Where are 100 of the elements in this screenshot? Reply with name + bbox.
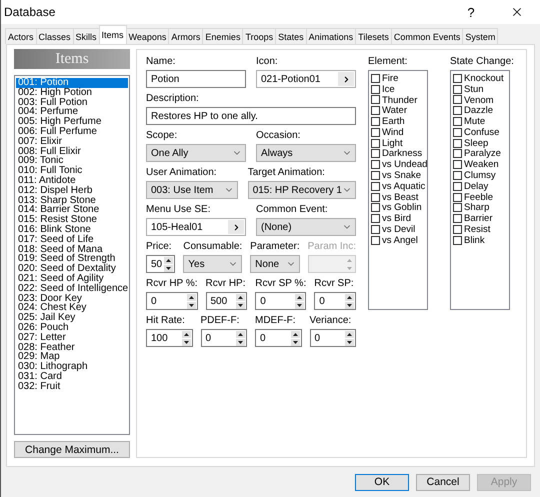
checkbox[interactable] xyxy=(453,95,462,104)
checkbox[interactable] xyxy=(371,203,380,212)
spin-up-icon[interactable] xyxy=(290,330,300,338)
list-item[interactable]: 016: Blink Stone xyxy=(16,224,128,235)
checkbox[interactable] xyxy=(371,182,380,191)
spin-up-icon[interactable] xyxy=(164,256,174,264)
list-item[interactable]: 020: Seed of Dextality xyxy=(16,264,128,274)
tab[interactable]: Troops xyxy=(242,28,276,44)
list-item[interactable]: 018: Seed of Mana xyxy=(16,244,128,254)
checkbox[interactable] xyxy=(371,95,380,104)
list-item[interactable]: 022: Seed of Intelligence xyxy=(16,284,128,294)
checkbox[interactable] xyxy=(453,117,462,126)
spin-down-icon[interactable] xyxy=(182,338,190,346)
tab[interactable]: System xyxy=(462,28,498,44)
number-field[interactable]: 0 xyxy=(255,292,306,310)
text-field[interactable]: Restores HP to one ally. xyxy=(146,107,356,125)
spin-down-icon[interactable] xyxy=(295,302,304,308)
checkbox[interactable] xyxy=(371,171,380,180)
picker-field[interactable]: 021-Potion01 xyxy=(256,70,356,88)
dropdown[interactable]: One Ally xyxy=(146,144,246,162)
spin-down-icon[interactable] xyxy=(345,302,354,308)
list-item[interactable]: 008: Full Elixir xyxy=(16,146,128,156)
number-field[interactable]: 0 xyxy=(310,329,356,347)
list-item[interactable]: 013: Sharp Stone xyxy=(16,196,128,206)
list-item[interactable]: 021: Seed of Agility xyxy=(16,274,128,284)
number-field[interactable]: 100 xyxy=(146,329,192,347)
list-item[interactable]: 025: Jail Key xyxy=(16,313,128,323)
list-item[interactable]: 012: Dispel Herb xyxy=(16,186,128,196)
checkbox[interactable] xyxy=(371,149,380,158)
checkbox[interactable] xyxy=(453,236,462,245)
checkbox[interactable] xyxy=(453,192,462,202)
list-item[interactable]: 015: Resist Stone xyxy=(16,215,128,225)
list-item[interactable]: 007: Elixir xyxy=(16,136,128,147)
number-field[interactable]: 500 xyxy=(206,292,248,310)
change-maximum-button[interactable]: Change Maximum... xyxy=(14,441,130,458)
tab[interactable]: Weapons xyxy=(126,28,170,44)
list-item[interactable]: 006: Full Perfume xyxy=(16,126,128,137)
number-field[interactable]: 50 xyxy=(146,255,176,273)
spin-up-icon[interactable] xyxy=(236,294,246,300)
checkbox[interactable] xyxy=(371,128,380,137)
dropdown[interactable]: 015: HP Recovery 1 xyxy=(248,181,356,199)
checkbox[interactable] xyxy=(453,160,462,170)
number-field[interactable]: 0 xyxy=(314,292,356,310)
list-item[interactable]: 030: Lithograph xyxy=(16,362,128,372)
text-field[interactable]: Potion xyxy=(146,70,246,88)
spin-down-icon[interactable] xyxy=(236,302,246,308)
list-item[interactable]: 010: Full Tonic xyxy=(16,166,128,176)
spin-down-icon[interactable] xyxy=(236,338,245,346)
number-field[interactable]: 0 xyxy=(255,329,302,347)
list-item[interactable]: 032: Fruit xyxy=(16,382,128,392)
checkbox[interactable] xyxy=(371,192,380,202)
checkbox[interactable] xyxy=(453,74,462,83)
browse-button[interactable] xyxy=(338,72,354,86)
spin-down-icon[interactable] xyxy=(164,264,174,272)
checkbox[interactable] xyxy=(371,138,380,148)
checkbox[interactable] xyxy=(453,84,462,94)
number-field[interactable]: 0 xyxy=(146,292,198,310)
list-item[interactable]: 011: Antidote xyxy=(16,176,128,186)
number-field[interactable]: 0 xyxy=(200,329,247,347)
list-item[interactable]: 027: Letter xyxy=(16,332,128,343)
checkbox[interactable] xyxy=(453,106,462,116)
checkbox[interactable] xyxy=(453,214,462,224)
list-item[interactable]: 017: Seed of Life xyxy=(16,234,128,245)
help-button[interactable]: ? xyxy=(448,0,494,24)
spin-up-icon[interactable] xyxy=(345,330,354,338)
list-item[interactable]: 001: Potion xyxy=(16,78,128,88)
dialog-button[interactable]: OK xyxy=(355,474,409,490)
checkbox[interactable] xyxy=(453,203,462,212)
list-item[interactable]: 019: Seed of Strength xyxy=(16,254,128,264)
list-item[interactable]: 024: Chest Key xyxy=(16,303,128,314)
list-item[interactable]: 014: Barrier Stone xyxy=(16,205,128,216)
checkbox[interactable] xyxy=(371,214,380,224)
list-item[interactable]: 028: Feather xyxy=(16,342,128,352)
spin-up-icon[interactable] xyxy=(182,330,190,338)
browse-button[interactable] xyxy=(228,220,244,234)
spin-up-icon[interactable] xyxy=(236,330,245,338)
list-item[interactable]: 004: Perfume xyxy=(16,107,128,118)
checkbox[interactable] xyxy=(453,171,462,180)
list-item[interactable]: 002: High Potion xyxy=(16,88,128,98)
checkbox[interactable] xyxy=(371,117,380,126)
checkbox[interactable] xyxy=(371,225,380,234)
tab[interactable]: Items xyxy=(98,25,127,44)
dialog-button[interactable]: Cancel xyxy=(416,474,470,490)
checkbox[interactable] xyxy=(453,182,462,191)
picker-field[interactable]: 105-Heal01 xyxy=(146,218,246,236)
list-item[interactable]: 003: Full Potion xyxy=(16,98,128,108)
dropdown[interactable]: None xyxy=(250,255,300,273)
checkbox[interactable] xyxy=(371,236,380,245)
checkbox[interactable] xyxy=(371,84,380,94)
spin-down-icon[interactable] xyxy=(345,338,354,346)
list-item[interactable]: 005: High Perfume xyxy=(16,117,128,127)
spin-up-icon[interactable] xyxy=(295,294,304,300)
spin-up-icon[interactable] xyxy=(186,294,196,300)
spin-down-icon[interactable] xyxy=(290,338,300,346)
dropdown[interactable]: Yes xyxy=(183,255,242,273)
spin-up-icon[interactable] xyxy=(345,294,354,300)
list-item[interactable]: 009: Tonic xyxy=(16,156,128,166)
checkbox[interactable] xyxy=(453,138,462,148)
checkbox[interactable] xyxy=(453,225,462,234)
dropdown[interactable]: Always xyxy=(256,144,356,162)
